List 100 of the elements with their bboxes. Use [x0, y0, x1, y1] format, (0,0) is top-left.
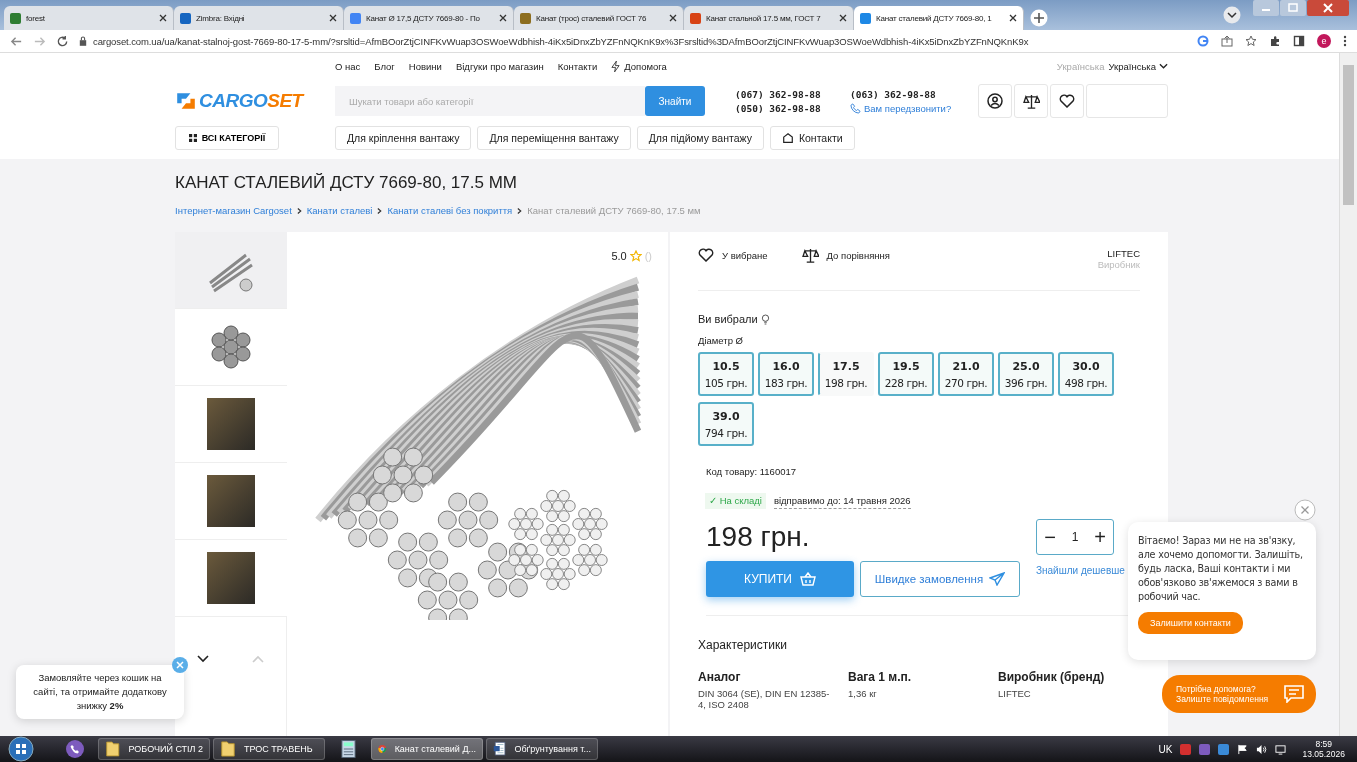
compare-button[interactable] [1014, 84, 1048, 118]
search-field[interactable]: Шукати товари або категорії [335, 86, 645, 116]
logo-icon[interactable] [175, 91, 197, 111]
taskbar-button[interactable]: Обґрунтування т... [486, 738, 598, 760]
network-icon[interactable] [1275, 743, 1287, 755]
lock-icon [79, 36, 87, 46]
thumbnail[interactable] [175, 386, 287, 463]
size-option[interactable]: 16.0 183 грн. [758, 352, 814, 396]
reload-icon[interactable] [56, 34, 69, 48]
chat-message: Вітаємо! Зараз ми не на зв'язку, але хочемо допомогти. Залишіть, будь ласка, Ваші контакти і ми обов'язково зв'яжемося з вами в робочий час. [1138, 534, 1304, 604]
new-tab-icon[interactable] [1030, 9, 1048, 27]
size-option[interactable]: 17.5 198 грн. [818, 352, 874, 396]
found-cheaper-link[interactable]: Знайшли дешевше [1036, 565, 1125, 576]
phone-number[interactable]: (067) 362-98-88 [735, 88, 850, 100]
document-icon [493, 739, 507, 759]
spec-value: DIN 3064 (SE), DIN EN 12385-4, ISO 2408 [698, 688, 831, 710]
callback-link[interactable]: Вам передзвонити? [850, 102, 975, 114]
nav-link[interactable]: О нас [335, 60, 361, 72]
promo-text: Замовляйте через кошик на сайті, та отримайте додаткову знижку 2% [32, 670, 168, 714]
stock-badge: ✓ На складі [705, 493, 766, 509]
size-option[interactable]: 21.0 270 грн. [938, 352, 994, 396]
side-panel-icon[interactable] [1293, 35, 1305, 47]
thumbnail[interactable] [175, 463, 287, 540]
size-option[interactable]: 25.0 396 грн. [998, 352, 1054, 396]
add-to-compare-link[interactable]: До порівняння [801, 248, 890, 263]
puzzle-icon[interactable] [1269, 35, 1281, 47]
add-to-favorites-link[interactable]: У вибране [698, 248, 768, 262]
start-button[interactable] [8, 736, 34, 762]
browser-tab[interactable]: forest [4, 6, 174, 30]
profile-avatar[interactable]: e [1317, 34, 1331, 48]
favorites-button[interactable] [1050, 84, 1084, 118]
chat-icon [1284, 685, 1304, 703]
close-icon[interactable] [329, 14, 337, 22]
nav-link[interactable]: Відгуки про магазин [455, 60, 544, 72]
nav-link[interactable]: Контакти [557, 60, 598, 72]
clock-time[interactable]: 8:59 [1315, 739, 1332, 749]
all-categories-button[interactable]: ВСІ КАТЕГОРІЇ [175, 126, 279, 150]
browser-tab[interactable]: Канат стальной 17.5 мм, ГОСТ 7 [684, 6, 854, 30]
tray-icon[interactable] [1180, 743, 1192, 755]
browser-tab[interactable]: Канат сталевий ДСТУ 7669-80, 1 [854, 6, 1024, 30]
more-icon[interactable] [1343, 35, 1347, 47]
size-option[interactable]: 39.0 794 грн. [698, 402, 754, 446]
decrease-button[interactable]: − [1037, 525, 1063, 549]
account-button[interactable] [978, 84, 1012, 118]
size-option[interactable]: 30.0 498 грн. [1058, 352, 1114, 396]
star-icon[interactable] [1245, 35, 1257, 47]
contacts-tab[interactable]: Контакти [769, 126, 855, 150]
taskbar-button[interactable]: РОБОЧИЙ СТІЛ 2 [98, 738, 210, 760]
heart-icon [698, 248, 714, 262]
size-option[interactable]: 19.5 228 грн. [878, 352, 934, 396]
increase-button[interactable]: + [1087, 525, 1113, 549]
close-icon[interactable] [159, 14, 167, 22]
quantity-value[interactable]: 1 [1063, 530, 1087, 544]
shipping-date: відправимо до: 14 травня 2026 [773, 493, 911, 509]
scrollbar-thumb[interactable] [1343, 65, 1354, 205]
breadcrumb-link[interactable]: Канати сталеві без покриття [387, 205, 513, 216]
share-icon[interactable] [1221, 35, 1233, 47]
chevron-down-icon[interactable] [196, 655, 209, 663]
section-title: Характеристики [698, 638, 788, 652]
volume-icon[interactable] [1256, 743, 1268, 755]
browser-tab[interactable]: Канат Ø 17,5 ДСТУ 7669-80 - По [344, 6, 514, 30]
nav-link[interactable]: Блог [374, 60, 395, 72]
language-indicator[interactable]: UK [1158, 743, 1173, 755]
close-icon[interactable] [669, 14, 677, 22]
help-link[interactable]: Допомога [611, 60, 667, 72]
option-label: Діаметр Ø [698, 335, 744, 346]
chevron-down-icon[interactable] [1223, 6, 1241, 24]
tray-icon[interactable] [1199, 743, 1211, 755]
close-icon[interactable] [499, 14, 507, 22]
taskbar-button[interactable]: ТРОС ТРАВЕНЬ [213, 738, 325, 760]
size-option[interactable]: 10.5 105 грн. [698, 352, 754, 396]
flag-icon[interactable] [1237, 743, 1249, 755]
breadcrumb-link[interactable]: Канати сталеві [306, 205, 373, 216]
close-icon[interactable] [839, 14, 847, 22]
basket-icon [799, 572, 816, 586]
category-tab[interactable]: Для підйому вантажу [636, 126, 764, 150]
chevron-icon [377, 206, 383, 215]
tray-icon[interactable] [1218, 743, 1230, 755]
quick-order-button[interactable]: Швидке замовлення [860, 561, 1020, 597]
heart-icon [1059, 94, 1075, 108]
address-field[interactable]: cargoset.com.ua/ua/kanat-stalnoj-gost-7669-80-17-5-mm/?srsltid=AfmBOorZtjCINFKvWuap3OSWoeWdbhish-4iKx5iDnxZbYZFnNQKnK9x%3Fsrsltid%3DAfmBOorZtjCINFKvWuap3OSWoeWdbhish-4iKx5iDnxZbYZFnNQKnK9x [79, 32, 1187, 50]
brand-name[interactable]: LIFTEC [1107, 248, 1140, 259]
breadcrumb-link[interactable]: Інтернет-магазин Cargoset [175, 205, 292, 216]
taskbar-button[interactable]: Канат сталевий Д... [371, 738, 483, 760]
close-icon[interactable] [1009, 14, 1017, 22]
category-tab[interactable]: Для переміщення вантажу [477, 126, 631, 150]
phone-number[interactable]: (050) 362-98-88 [735, 102, 850, 114]
photo-placeholder [207, 475, 255, 527]
nav-link[interactable]: Новини [408, 60, 442, 72]
browser-tab[interactable]: Канат (трос) сталевий ГОСТ 76 [514, 6, 684, 30]
clock-date[interactable]: 13.05.2026 [1302, 749, 1345, 759]
phone-number[interactable]: (063) 362-98-88 [850, 88, 975, 100]
grid-icon [188, 134, 197, 142]
language-selector[interactable]: Українська [1108, 60, 1168, 72]
browser-tab[interactable]: Zimbra: Вхідні [174, 6, 344, 30]
thumbnail[interactable] [175, 309, 287, 386]
phone-icon [850, 102, 861, 114]
category-tab[interactable]: Для кріплення вантажу [335, 126, 472, 150]
thumbnail[interactable] [175, 540, 287, 617]
product-code: Код товару: 1160017 [706, 466, 798, 477]
